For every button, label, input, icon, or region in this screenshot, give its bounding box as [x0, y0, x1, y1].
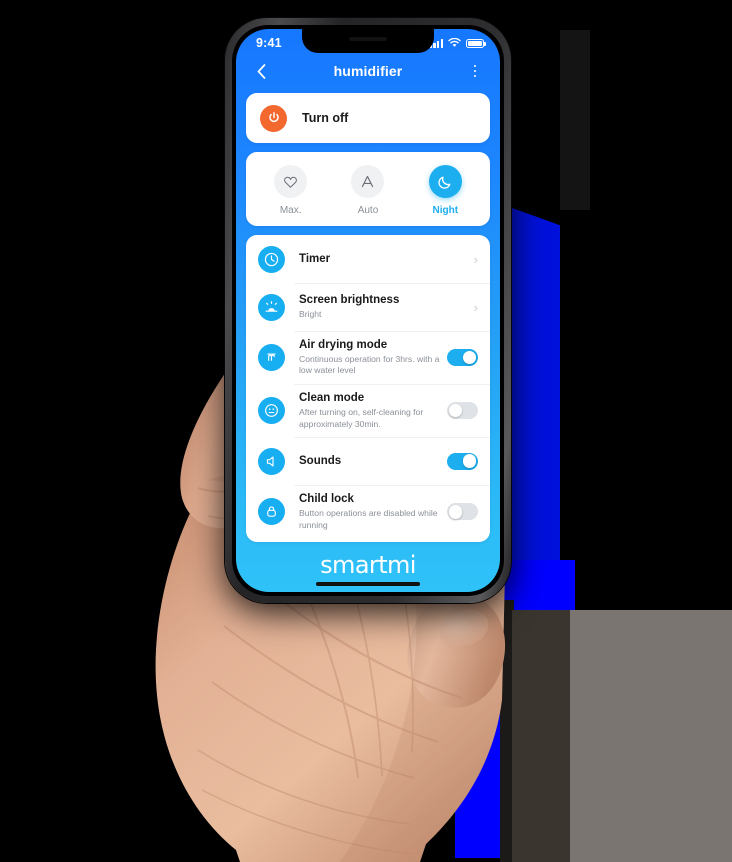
settings-row-clean-mode[interactable]: Clean mode After turning on, self-cleani…	[246, 384, 490, 437]
settings-row-subtitle: After turning on, self-cleaning for appr…	[299, 406, 424, 429]
chevron-right-icon[interactable]: ›	[466, 253, 478, 266]
more-vertical-icon[interactable]	[464, 60, 486, 82]
power-icon	[260, 104, 287, 132]
mode-label-night: Night	[432, 205, 459, 216]
status-bar-clock: 9:41	[256, 36, 282, 50]
settings-list: Timer › Screen brightness Bright › Air d…	[246, 235, 490, 543]
settings-row-text: Clean mode After turning on, self-cleani…	[299, 391, 447, 430]
speaker-icon	[258, 447, 285, 475]
settings-row-title: Sounds	[299, 454, 342, 467]
mode-label-max: Max.	[279, 205, 302, 216]
toggle-knob	[462, 454, 477, 469]
settings-row-air-drying-mode[interactable]: Air drying mode Continuous operation for…	[246, 331, 490, 384]
settings-row-sounds[interactable]: Sounds	[246, 437, 490, 485]
settings-row-title: Clean mode	[299, 392, 365, 405]
chevron-left-icon[interactable]	[250, 60, 272, 82]
battery-full-icon	[466, 38, 486, 48]
settings-row-subtitle: Continuous operation for 3hrs. with a lo…	[299, 353, 440, 376]
notch	[302, 29, 434, 53]
toggle-sounds[interactable]	[447, 452, 478, 470]
settings-row-title: Screen brightness	[299, 294, 400, 307]
toggle-clean-mode[interactable]	[447, 402, 478, 420]
app-nav-bar: humidifier	[236, 55, 500, 87]
wifi-icon	[448, 38, 461, 47]
mode-option-auto[interactable]: Auto	[329, 165, 406, 216]
home-indicator[interactable]	[316, 582, 420, 586]
settings-row-title: Timer	[299, 252, 331, 265]
letter-a-icon	[351, 165, 385, 198]
mode-label-auto: Auto	[357, 205, 379, 216]
background-artifact-grey-panel	[570, 610, 732, 862]
brand-logo: smartmi	[320, 551, 416, 579]
settings-row-text: Child lock Button operations are disable…	[299, 492, 447, 531]
settings-row-child-lock[interactable]: Child lock Button operations are disable…	[246, 485, 490, 538]
settings-row-text: Timer	[299, 252, 466, 266]
toggle-knob	[448, 403, 463, 418]
lock-icon	[258, 498, 285, 526]
smartphone-device: 9:41 humidifier Turn off Max. Auto Night…	[225, 18, 511, 603]
status-bar-icons	[429, 38, 486, 48]
settings-row-subtitle: Bright	[299, 309, 322, 320]
settings-row-screen-brightness[interactable]: Screen brightness Bright ›	[246, 283, 490, 331]
page-title: humidifier	[333, 63, 403, 79]
brightness-icon	[258, 293, 285, 321]
phone-screen: 9:41 humidifier Turn off Max. Auto Night…	[236, 29, 500, 592]
phone-bezel: 9:41 humidifier Turn off Max. Auto Night…	[232, 25, 504, 596]
toggle-knob	[462, 350, 477, 365]
settings-row-text: Air drying mode Continuous operation for…	[299, 338, 447, 377]
mode-option-night[interactable]: Night	[407, 165, 484, 216]
brand-footer: smartmi	[236, 551, 500, 586]
mode-option-max[interactable]: Max.	[252, 165, 329, 216]
settings-row-timer[interactable]: Timer ›	[246, 235, 490, 283]
moon-icon	[428, 165, 462, 198]
toggle-child-lock[interactable]	[447, 503, 478, 521]
power-label: Turn off	[302, 111, 349, 125]
app-content: Turn off Max. Auto Night Timer › Screen …	[236, 87, 500, 543]
background-artifact-dark-top	[560, 30, 590, 210]
power-toggle-card[interactable]: Turn off	[246, 93, 490, 143]
air-waves-icon	[258, 344, 285, 372]
settings-row-subtitle: Button operations are disabled while run…	[299, 508, 438, 530]
chevron-right-icon[interactable]: ›	[466, 301, 478, 314]
clock-icon	[258, 245, 285, 273]
mode-selector: Max. Auto Night	[246, 152, 490, 226]
toggle-knob	[448, 504, 463, 519]
heart-icon	[274, 165, 308, 198]
settings-row-text: Screen brightness Bright	[299, 293, 466, 320]
toggle-air-drying-mode[interactable]	[447, 349, 478, 367]
background-artifact-grey-2	[512, 610, 572, 862]
settings-row-title: Child lock	[299, 493, 354, 506]
settings-row-text: Sounds	[299, 454, 447, 468]
settings-row-title: Air drying mode	[299, 339, 388, 351]
clean-circle-icon	[258, 397, 285, 425]
